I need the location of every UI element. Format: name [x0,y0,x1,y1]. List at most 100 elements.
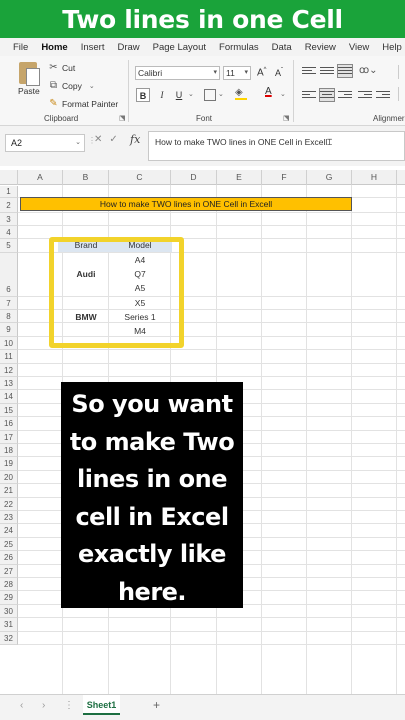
fill-color-icon[interactable]: ◈ [235,87,247,100]
tab-insert[interactable]: Insert [81,42,105,53]
row-header[interactable]: 5 [0,239,18,253]
chevron-down-icon[interactable]: ⌄ [218,90,224,98]
tab-review[interactable]: Review [305,42,336,53]
decrease-font-button[interactable]: Aˇ [275,68,283,78]
next-sheet-icon[interactable]: › [42,700,45,711]
row-gridline [18,617,405,619]
copy-button[interactable]: ⧉ Copy ⌄ [48,80,95,91]
tab-home[interactable]: Home [41,42,67,53]
column-header[interactable]: C [109,170,171,185]
tab-help[interactable]: Help [382,42,402,53]
chevron-down-icon[interactable]: ⌄ [280,90,286,98]
chevron-down-icon: ⌄ [88,82,95,90]
row-header[interactable]: 21 [0,484,18,498]
format-painter-button[interactable]: ✎ Format Painter [48,98,118,109]
dialog-launcher-icon[interactable]: ⬔ [283,114,290,122]
paintbrush-icon: ✎ [49,98,58,109]
tab-draw[interactable]: Draw [117,42,139,53]
column-header[interactable]: E [217,170,262,185]
row-header[interactable]: 23 [0,511,18,525]
row-header[interactable]: 32 [0,631,18,645]
column-header[interactable]: D [171,170,217,185]
row-header[interactable]: 15 [0,403,18,418]
formula-buttons[interactable]: ✕✓ [94,134,125,145]
paste-button[interactable] [16,60,42,88]
add-sheet-button[interactable]: + [153,698,160,712]
align-right-icon[interactable] [338,89,352,101]
bold-button[interactable]: B [136,88,150,102]
borders-icon[interactable] [204,89,216,101]
column-header[interactable]: B [63,170,109,185]
merge-center-icon[interactable] [398,87,405,101]
cut-label: Cut [62,62,76,73]
row-header[interactable]: 2 [0,198,18,213]
more-sheets-icon[interactable]: ⋮ [64,700,74,711]
increase-indent-icon[interactable] [376,89,390,101]
chevron-down-icon[interactable]: ⌄ [188,90,194,98]
column-header[interactable]: H [352,170,397,185]
row-header[interactable]: 26 [0,551,18,565]
dialog-launcher-icon[interactable]: ⬔ [119,114,126,122]
row-header[interactable]: 7 [0,297,18,310]
caption-line: cell in Excel [75,502,229,531]
name-box[interactable]: A2 ⌄ [5,134,85,152]
row-header[interactable]: 24 [0,524,18,538]
column-header[interactable]: G [307,170,352,185]
align-top-icon[interactable] [302,65,316,77]
row-header[interactable]: 4 [0,226,18,239]
font-size-select[interactable]: 11 ▾ [223,66,251,80]
align-center-icon[interactable] [319,88,335,102]
row-header[interactable]: 30 [0,604,18,619]
cut-button[interactable]: ✂ Cut [48,62,75,73]
row-header[interactable]: 27 [0,564,18,578]
tab-file[interactable]: File [13,42,28,53]
row-header[interactable]: 22 [0,497,18,511]
column-header[interactable]: F [262,170,307,185]
font-color-icon[interactable]: A [265,86,272,97]
prev-sheet-icon[interactable]: ‹ [20,700,23,711]
orientation-icon[interactable]: ꝏ⌄ [359,65,378,76]
check-icon[interactable]: ✓ [109,134,124,145]
row-header[interactable]: 3 [0,213,18,226]
align-middle-icon[interactable] [320,65,334,77]
formula-input[interactable]: How to make TWO lines in ONE Cell in Exc… [148,131,405,161]
wrap-text-icon[interactable] [398,65,405,79]
row-header[interactable]: 20 [0,470,18,485]
row-header[interactable]: 1 [0,186,18,198]
row-header[interactable]: 17 [0,430,18,444]
tab-formulas[interactable]: Formulas [219,42,259,53]
row-header[interactable]: 14 [0,390,18,404]
align-bottom-icon[interactable] [337,64,353,78]
row-header[interactable]: 10 [0,336,18,351]
select-all-corner[interactable] [0,170,18,185]
font-name-select[interactable]: Calibri ▾ [135,66,220,80]
sheet-tab-sheet1[interactable]: Sheet1 [83,695,120,715]
row-header[interactable]: 16 [0,417,18,431]
row-header[interactable]: 28 [0,578,18,592]
row-header[interactable]: 19 [0,457,18,471]
row-header[interactable]: 25 [0,537,18,552]
row-gridline [18,644,405,645]
decrease-indent-icon[interactable] [358,89,372,101]
row-header[interactable]: 8 [0,310,18,324]
row-header[interactable]: 9 [0,323,18,337]
row-header[interactable]: 12 [0,363,18,377]
tab-page-layout[interactable]: Page Layout [153,42,206,53]
insert-function-icon[interactable]: fx [130,133,140,146]
increase-font-button[interactable]: A^ [257,67,267,78]
group-divider [293,60,294,122]
row-header[interactable]: 29 [0,591,18,605]
tab-data[interactable]: Data [272,42,292,53]
row-header[interactable]: 18 [0,444,18,458]
italic-button[interactable]: I [155,88,169,102]
cancel-icon[interactable]: ✕ [94,134,109,145]
row-header[interactable]: 31 [0,618,18,632]
align-left-icon[interactable] [302,89,316,101]
tab-view[interactable]: View [349,42,369,53]
row-header[interactable]: 13 [0,377,18,391]
underline-button[interactable]: U [172,88,186,102]
row-header[interactable]: 11 [0,350,18,364]
column-header[interactable]: A [18,170,63,185]
title-cell-a2[interactable]: How to make TWO lines in ONE Cell in Exc… [20,197,352,211]
row-header[interactable]: 6 [0,253,18,297]
